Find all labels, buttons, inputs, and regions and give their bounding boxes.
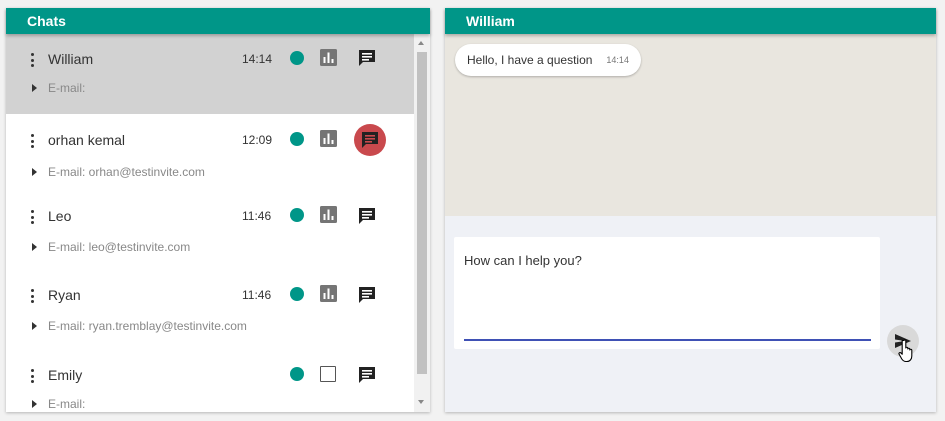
conversation-panel: William Hello, I have a question 14:14 H… bbox=[445, 8, 936, 412]
chat-icon[interactable] bbox=[357, 285, 377, 305]
chat-email: E-mail: bbox=[48, 397, 86, 411]
bar-chart-icon[interactable] bbox=[320, 285, 337, 302]
message-input-value: How can I help you? bbox=[464, 253, 582, 268]
message-bubble: Hello, I have a question 14:14 bbox=[455, 44, 641, 76]
messages-area: Hello, I have a question 14:14 bbox=[445, 34, 936, 216]
checkbox-icon[interactable] bbox=[320, 366, 336, 382]
chat-email: E-mail: ryan.tremblay@testinvite.com bbox=[48, 319, 247, 333]
more-vert-icon[interactable] bbox=[29, 289, 35, 303]
chat-time: 12:09 bbox=[242, 133, 273, 147]
chats-header: Chats bbox=[6, 8, 430, 34]
message-input[interactable]: How can I help you? bbox=[454, 237, 880, 349]
chat-name: Ryan bbox=[48, 287, 81, 303]
chat-item-william[interactable]: William 14:14 E-mail: bbox=[6, 34, 414, 114]
scroll-up-arrow-icon[interactable] bbox=[418, 41, 424, 45]
status-dot-icon bbox=[290, 51, 304, 65]
chat-time: 14:14 bbox=[242, 52, 273, 66]
hand-cursor-icon bbox=[898, 339, 916, 368]
chat-list-scrollbar[interactable] bbox=[414, 34, 430, 412]
status-dot-icon bbox=[290, 132, 304, 146]
input-underline bbox=[464, 339, 871, 341]
chat-email: E-mail: leo@testinvite.com bbox=[48, 240, 191, 254]
more-vert-icon[interactable] bbox=[29, 369, 35, 383]
message-text: Hello, I have a question bbox=[467, 53, 593, 67]
bar-chart-icon[interactable] bbox=[320, 49, 337, 66]
scroll-down-arrow-icon[interactable] bbox=[418, 400, 424, 404]
conversation-header: William bbox=[445, 8, 936, 34]
chat-time: 11:46 bbox=[242, 288, 272, 302]
chat-name: William bbox=[48, 51, 94, 67]
status-dot-icon bbox=[290, 208, 304, 222]
chat-item-ryan[interactable]: Ryan 11:46 E-mail: ryan.tremblay@testinv… bbox=[6, 271, 414, 350]
chats-panel: Chats William 14:14 E-mail: orhan kemal … bbox=[6, 8, 430, 412]
status-dot-icon bbox=[290, 367, 304, 381]
bar-chart-icon[interactable] bbox=[320, 130, 337, 147]
chat-item-orhan-kemal[interactable]: orhan kemal 12:09 E-mail: orhan@testinvi… bbox=[6, 114, 414, 192]
caret-right-icon[interactable] bbox=[32, 400, 37, 408]
caret-right-icon[interactable] bbox=[32, 84, 37, 92]
chat-item-emily[interactable]: Emily E-mail: bbox=[6, 350, 414, 412]
caret-right-icon[interactable] bbox=[32, 322, 37, 330]
scroll-thumb[interactable] bbox=[417, 52, 427, 374]
bar-chart-icon[interactable] bbox=[320, 206, 337, 223]
chat-icon[interactable] bbox=[357, 365, 377, 385]
more-vert-icon[interactable] bbox=[29, 134, 35, 148]
status-dot-icon bbox=[290, 287, 304, 301]
chat-icon[interactable] bbox=[357, 206, 377, 226]
chat-time: 11:46 bbox=[242, 209, 272, 223]
message-time: 14:14 bbox=[606, 55, 629, 65]
chat-email: E-mail: orhan@testinvite.com bbox=[48, 165, 205, 179]
chat-icon[interactable] bbox=[354, 124, 386, 156]
chat-name: orhan kemal bbox=[48, 132, 126, 148]
caret-right-icon[interactable] bbox=[32, 168, 37, 176]
more-vert-icon[interactable] bbox=[29, 53, 35, 67]
chat-name: Leo bbox=[48, 208, 72, 224]
chat-list: William 14:14 E-mail: orhan kemal 12:09 bbox=[6, 34, 414, 412]
chat-item-leo[interactable]: Leo 11:46 E-mail: leo@testinvite.com bbox=[6, 192, 414, 271]
chat-name: Emily bbox=[48, 367, 83, 383]
chat-icon[interactable] bbox=[357, 48, 377, 68]
more-vert-icon[interactable] bbox=[29, 210, 35, 224]
caret-right-icon[interactable] bbox=[32, 243, 37, 251]
chat-email: E-mail: bbox=[48, 81, 86, 95]
